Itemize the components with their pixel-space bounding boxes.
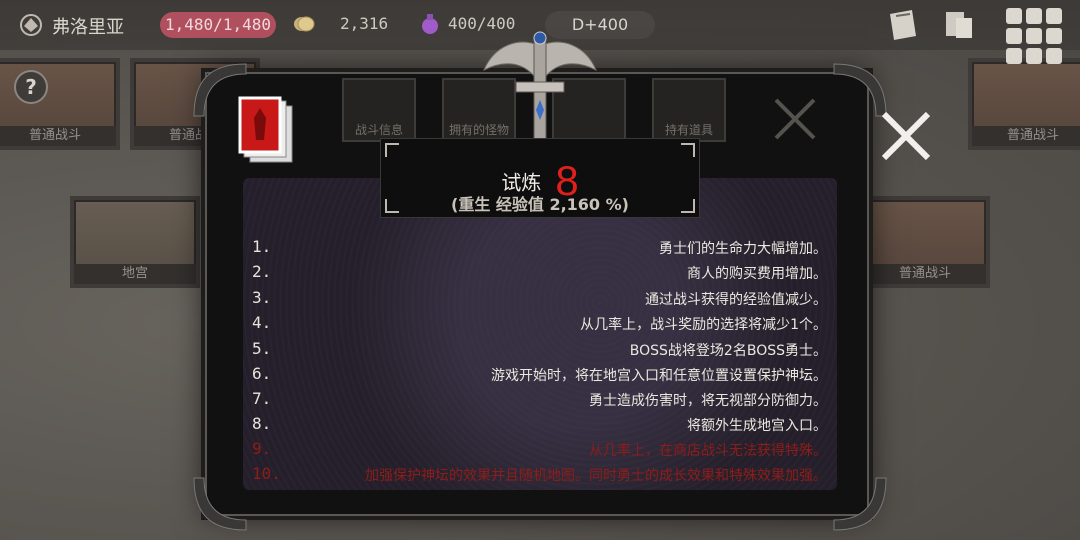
rule-row: 3. 通过战斗获得的经验值减少。 bbox=[252, 288, 827, 308]
hp-counter: 1,480/1,480 bbox=[160, 12, 276, 38]
rule-row: 6. 游戏开始时，将在地宫入口和任意位置设置保护神坛。 bbox=[252, 364, 827, 384]
rule-row-locked: 9. 从几率上，在商店战斗无法获得特殊。 bbox=[252, 439, 827, 459]
close-icon[interactable] bbox=[878, 108, 934, 164]
rule-row: 1. 勇士们的生命力大幅增加。 bbox=[252, 237, 827, 257]
corner-bracket bbox=[385, 143, 399, 157]
rebirth-exp-subtitle: (重生 经验值 2,160 %) bbox=[451, 195, 629, 214]
faded-close-icon bbox=[774, 98, 816, 140]
rule-row: 2. 商人的购买费用增加。 bbox=[252, 262, 827, 282]
rule-row: 4. 从几率上，战斗奖励的选择将减少1个。 bbox=[252, 313, 827, 333]
location-name: 弗洛里亚 bbox=[52, 17, 124, 38]
scroll-icon[interactable] bbox=[942, 8, 976, 42]
coin-icon bbox=[294, 16, 315, 32]
rule-row: 5. BOSS战将登场2名BOSS勇士。 bbox=[252, 339, 827, 359]
ornate-corner-icon bbox=[833, 477, 887, 531]
tab-battle-info[interactable]: 战斗信息 bbox=[342, 78, 416, 142]
menu-grid-icon[interactable] bbox=[1004, 6, 1064, 66]
gold-counter: 2,316 bbox=[340, 14, 389, 33]
rule-row: 8. 将额外生成地宫入口。 bbox=[252, 414, 827, 434]
trial-title-box: 试炼 8 (重生 经验值 2,160 %) bbox=[380, 138, 700, 218]
trial-card-icon bbox=[238, 96, 293, 163]
ornate-corner-icon bbox=[193, 477, 247, 531]
soul-flask-icon bbox=[422, 14, 438, 34]
location-sigil-icon bbox=[20, 14, 42, 36]
corner-bracket bbox=[681, 143, 695, 157]
tab-held-items[interactable]: 持有道具 bbox=[652, 78, 726, 142]
rule-row: 7. 勇士造成伤害时，将无视部分防御力。 bbox=[252, 389, 827, 409]
winged-sword-emblem-icon bbox=[483, 31, 597, 141]
help-icon[interactable]: ? bbox=[14, 70, 48, 104]
book-icon[interactable] bbox=[886, 8, 920, 42]
rule-row-locked: 10. 加强保护神坛的效果并且随机地图。同时勇士的成长效果和特殊效果加强。 bbox=[252, 464, 827, 484]
